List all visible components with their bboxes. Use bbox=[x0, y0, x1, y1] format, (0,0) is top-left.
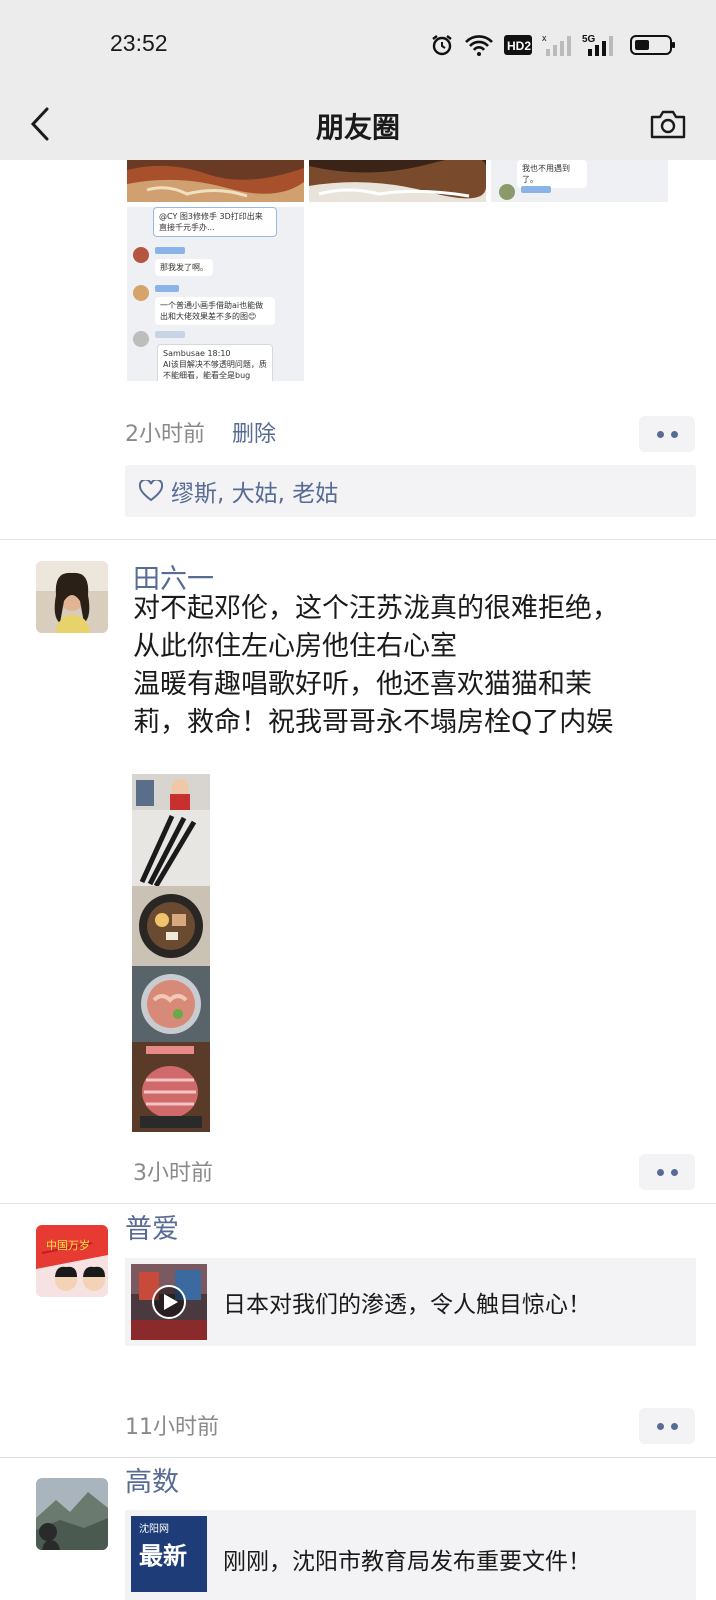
camera-button[interactable] bbox=[644, 100, 692, 148]
wifi-icon bbox=[464, 33, 494, 57]
link-card[interactable]: 日本对我们的渗透，令人触目惊心！ bbox=[125, 1258, 696, 1346]
avatar[interactable]: 中国万岁 bbox=[36, 1225, 108, 1297]
hd2-icon: HD2 bbox=[504, 34, 532, 56]
battery-icon bbox=[630, 33, 676, 57]
chat-line: 我也不用遇到了。 bbox=[517, 160, 587, 188]
likes-box: 缪斯, 大姑, 老姑 bbox=[125, 465, 696, 517]
status-icons: HD2 x 5G bbox=[430, 30, 676, 60]
link-title: 日本对我们的渗透，令人触目惊心！ bbox=[223, 1292, 591, 1318]
chat-line: AI该目解决不够透明问题，质不能细看，能看全是bug bbox=[163, 360, 267, 380]
link-card[interactable]: 沈阳网 最新 刚刚，沈阳市教育局发布重要文件！ bbox=[125, 1510, 696, 1600]
post-text-line: 莉，救命！祝我哥哥永不塌房栓Q了内娱 bbox=[133, 707, 614, 738]
svg-text:中国万岁: 中国万岁 bbox=[46, 1238, 90, 1252]
chat-line: @CY 图3修修手 3D打印出来 直接千元手办... bbox=[153, 207, 277, 237]
chat-line: Sambusae 18:10 bbox=[163, 349, 231, 358]
chat-line: 一个普通小画手借助ai也能做出和大佬效果差不多的图😊 bbox=[155, 297, 275, 325]
signal-icon: x bbox=[542, 33, 572, 57]
post-text-line: 对不起邓伦，这个汪苏泷真的很难拒绝， bbox=[133, 593, 619, 624]
divider bbox=[0, 539, 716, 540]
svg-text:HD2: HD2 bbox=[507, 39, 531, 53]
post-image-chat-1[interactable]: 我也不用遇到了。 bbox=[491, 160, 668, 202]
link-thumbnail bbox=[131, 1264, 207, 1340]
moments-feed[interactable]: 我也不用遇到了。 @CY 图3修修手 3D打印出来 直接千元手办... 那我发了… bbox=[0, 160, 716, 1600]
user-name[interactable]: 普爱 bbox=[125, 1207, 179, 1246]
more-button[interactable] bbox=[639, 416, 695, 452]
post-time: 11小时前 bbox=[125, 1415, 219, 1440]
post-image-painting-2[interactable] bbox=[309, 160, 486, 202]
svg-text:5G: 5G bbox=[582, 34, 596, 45]
more-button[interactable] bbox=[639, 1408, 695, 1444]
svg-text:沈阳网: 沈阳网 bbox=[139, 1522, 169, 1535]
chat-line: 那我发了啊。 bbox=[155, 259, 213, 276]
post-time: 2小时前 bbox=[125, 422, 205, 447]
post-image-long[interactable] bbox=[132, 774, 210, 1132]
avatar[interactable] bbox=[36, 1478, 108, 1550]
post-text-line: 温暖有趣唱歌好听，他还喜欢猫猫和茉 bbox=[133, 669, 592, 700]
post-text-line: 从此你住左心房他住右心室 bbox=[133, 631, 457, 662]
status-time: 23:52 bbox=[110, 30, 168, 56]
camera-icon bbox=[650, 110, 686, 139]
nav-bar: 朋友圈 bbox=[0, 88, 716, 160]
avatar[interactable] bbox=[36, 561, 108, 633]
likes-names[interactable]: 缪斯, 大姑, 老姑 bbox=[171, 474, 338, 508]
svg-text:最新: 最新 bbox=[139, 1542, 187, 1570]
heart-icon bbox=[139, 480, 163, 502]
link-thumbnail: 沈阳网 最新 bbox=[131, 1516, 207, 1592]
link-title: 刚刚，沈阳市教育局发布重要文件！ bbox=[223, 1549, 591, 1575]
5g-signal-icon: 5G bbox=[582, 33, 614, 57]
svg-text:x: x bbox=[542, 33, 547, 43]
divider bbox=[0, 1457, 716, 1458]
page-title: 朋友圈 bbox=[315, 111, 400, 144]
post-image-chat-2[interactable]: @CY 图3修修手 3D打印出来 直接千元手办... 那我发了啊。 一个普通小画… bbox=[127, 207, 304, 381]
post-image-painting-1[interactable] bbox=[127, 160, 304, 202]
divider bbox=[0, 1203, 716, 1204]
alarm-icon bbox=[430, 33, 454, 57]
delete-link[interactable]: 删除 bbox=[232, 416, 276, 448]
post-time: 3小时前 bbox=[133, 1161, 213, 1186]
status-bar: 23:52 HD2 x 5G bbox=[0, 0, 716, 88]
user-name[interactable]: 高数 bbox=[125, 1460, 179, 1499]
chat-quote: Sambusae 18:10 AI该目解决不够透明问题，质不能细看，能看全是bu… bbox=[157, 344, 273, 381]
more-button[interactable] bbox=[639, 1154, 695, 1190]
